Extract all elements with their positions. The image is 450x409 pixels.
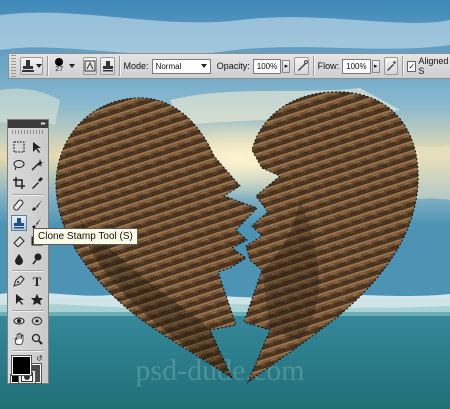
chevron-down-icon <box>35 64 42 68</box>
pen-icon <box>13 275 25 287</box>
dodge-tool[interactable] <box>29 251 45 267</box>
3d-rotate-icon <box>13 317 25 325</box>
aligned-label: Aligned S <box>418 56 449 76</box>
checkmark-icon: ✓ <box>407 60 417 72</box>
tool-preset-picker[interactable] <box>19 57 43 75</box>
path-selection-tool[interactable] <box>11 291 27 307</box>
dodge-icon <box>32 253 42 265</box>
divider <box>12 270 44 271</box>
brush-panel-icon <box>84 60 96 72</box>
divider <box>118 56 120 76</box>
brush-icon <box>32 200 42 211</box>
tools-panel-header[interactable]: ▸▸ <box>8 120 48 128</box>
droplet-icon <box>15 254 23 265</box>
collapse-icon[interactable]: ▸▸ <box>41 121 46 127</box>
clone-source-icon <box>102 61 113 72</box>
spot-healing-brush-tool[interactable] <box>11 197 27 213</box>
hand-tool[interactable] <box>11 331 27 347</box>
options-bar: 27 Mode: Normal Opacity: 100% ▸ Flow: 10… <box>8 53 450 79</box>
mode-label: Mode: <box>123 61 149 71</box>
3d-orbit-tool[interactable] <box>29 313 45 329</box>
tool-tooltip: Clone Stamp Tool (S) <box>33 228 138 245</box>
toggle-clone-source-button[interactable] <box>100 57 115 75</box>
clone-stamp-icon <box>21 60 34 72</box>
flow-field[interactable]: 100% <box>342 58 371 74</box>
brush-tool[interactable] <box>29 197 45 213</box>
flow-slider-button[interactable]: ▸ <box>371 59 380 73</box>
brush-picker[interactable]: 27 <box>51 58 67 74</box>
eraser-icon <box>13 236 25 247</box>
custom-shape-tool[interactable] <box>29 291 45 307</box>
path-selection-icon <box>16 294 24 305</box>
lasso-icon <box>13 160 25 171</box>
crop-icon <box>13 177 25 189</box>
shape-icon <box>31 294 43 305</box>
zoom-tool[interactable] <box>29 331 45 347</box>
3d-rotate-tool[interactable] <box>11 313 27 329</box>
opacity-field[interactable]: 100% <box>252 58 282 74</box>
flow-label: Flow: <box>317 61 340 71</box>
tools-panel: ▸▸ T ↺ <box>7 119 49 384</box>
hand-icon <box>14 333 24 345</box>
eyedropper-icon <box>32 177 43 189</box>
airbrush-button[interactable] <box>383 57 399 75</box>
tools-panel-grip[interactable] <box>12 130 44 134</box>
opacity-slider-button[interactable]: ▸ <box>282 59 291 73</box>
divider <box>402 56 403 76</box>
divider <box>12 310 44 311</box>
airbrush-icon <box>387 60 397 71</box>
crop-tool[interactable] <box>11 175 27 191</box>
options-bar-grip[interactable] <box>11 55 16 77</box>
lasso-tool[interactable] <box>11 157 27 173</box>
toggle-brush-panel-button[interactable] <box>82 57 98 75</box>
aligned-checkbox[interactable]: ✓ Aligned S <box>407 56 450 76</box>
clone-stamp-icon <box>14 218 24 229</box>
chevron-down-icon <box>200 64 207 68</box>
svg-text:T: T <box>33 275 42 287</box>
zoom-icon <box>31 333 43 345</box>
foreground-color-swatch[interactable] <box>11 355 32 376</box>
pressure-opacity-button[interactable] <box>294 57 309 75</box>
clone-stamp-tool[interactable] <box>11 215 27 231</box>
pen-tool[interactable] <box>11 273 27 289</box>
magic-wand-tool[interactable] <box>29 157 45 173</box>
mode-select[interactable]: Normal <box>151 58 211 74</box>
bandage-icon <box>13 199 24 211</box>
swap-colors-icon[interactable]: ↺ <box>36 354 43 363</box>
chevron-down-icon[interactable] <box>68 64 75 68</box>
brush-tip-icon <box>55 58 64 66</box>
type-icon: T <box>33 275 42 287</box>
move-tool[interactable] <box>29 139 45 155</box>
move-icon <box>33 142 41 153</box>
eyedropper-tool[interactable] <box>29 175 45 191</box>
rectangular-marquee-tool[interactable] <box>11 139 27 155</box>
blur-tool[interactable] <box>11 251 27 267</box>
divider <box>12 350 44 351</box>
divider <box>12 194 44 195</box>
stylus-icon <box>297 60 308 71</box>
divider <box>312 56 314 76</box>
3d-orbit-icon <box>31 316 43 326</box>
type-tool[interactable]: T <box>29 273 45 289</box>
opacity-label: Opacity: <box>216 61 250 71</box>
magic-wand-icon <box>31 159 43 171</box>
brush-size: 27 <box>55 66 64 73</box>
mode-value: Normal <box>155 61 182 71</box>
eraser-tool[interactable] <box>11 233 27 249</box>
marquee-icon <box>13 141 25 153</box>
divider <box>46 56 48 76</box>
